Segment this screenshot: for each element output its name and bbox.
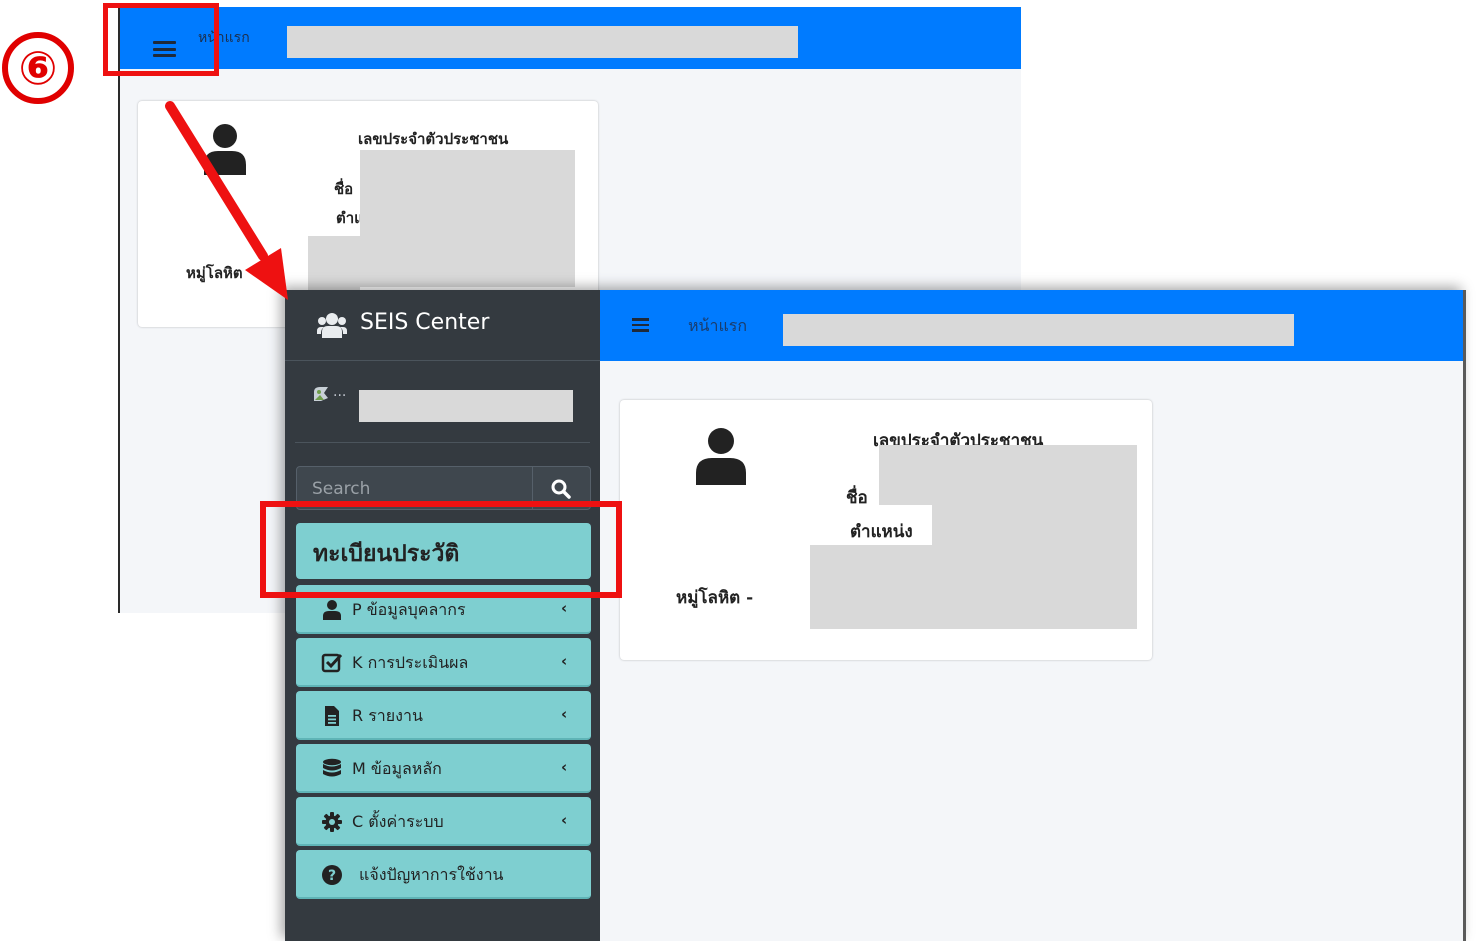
- annotation-highlight-menu-title: [260, 501, 622, 598]
- sidebar-item-settings[interactable]: C ตั้งค่าระบบ ‹: [296, 797, 591, 846]
- sidebar-item-evaluation[interactable]: K การประเมินผล ‹: [296, 638, 591, 687]
- redacted-block: [308, 236, 360, 291]
- user-avatar-icon: [696, 428, 746, 485]
- redacted-block: [359, 390, 573, 422]
- redacted-block: [360, 150, 575, 287]
- top-navbar: หน้าแรก: [600, 290, 1465, 361]
- database-icon: [323, 758, 341, 777]
- search-icon: [551, 479, 571, 499]
- sidebar-item-label: แจ้งปัญหาการใช้งาน: [359, 865, 504, 884]
- step-number-badge: ⑥: [2, 32, 74, 104]
- redacted-block: [879, 445, 1137, 505]
- blood-type-label: หมู่โลหิต -: [676, 588, 754, 608]
- sidebar-item-label: R รายงาน: [352, 706, 423, 725]
- user-image-alt: ...: [333, 384, 347, 400]
- redacted-block: [932, 505, 1137, 545]
- annotation-highlight-hamburger: [103, 3, 219, 76]
- chevron-left-icon: ‹: [561, 705, 568, 723]
- chevron-left-icon: ‹: [561, 599, 568, 617]
- sidebar-item-report-problem[interactable]: ? แจ้งปัญหาการใช้งาน: [296, 850, 591, 899]
- top-navbar: หน้าแรก: [120, 7, 1021, 69]
- name-label: ชื่อ: [846, 488, 868, 508]
- nav-home-link[interactable]: หน้าแรก: [688, 314, 747, 339]
- sidebar: SEIS Center ... Search ทะเบียนประวัติ P …: [285, 290, 600, 941]
- sidebar-item-label: K การประเมินผล: [352, 653, 469, 672]
- question-circle-icon: ?: [322, 865, 342, 885]
- sidebar-item-label: P ข้อมูลบุคลากร: [352, 600, 466, 619]
- blood-type-label: หมู่โลหิต: [186, 264, 243, 282]
- chevron-left-icon: ‹: [561, 758, 568, 776]
- user-avatar-icon: [204, 124, 246, 175]
- redacted-block: [287, 26, 798, 58]
- screenshot-after: SEIS Center ... Search ทะเบียนประวัติ P …: [285, 290, 1465, 941]
- profile-card: เลขประจำตัวประชาชน ชื่อ ตำแหน่ง หมู่โลหิ…: [620, 400, 1152, 660]
- broken-image-icon: [314, 387, 328, 401]
- screenshot-border: [1463, 290, 1466, 941]
- brand-text: SEIS Center: [360, 310, 490, 335]
- redacted-block: [810, 545, 1137, 629]
- gear-icon: [322, 812, 342, 832]
- citizen-id-label: เลขประจำตัวประชาชน: [358, 130, 509, 148]
- hamburger-menu-icon[interactable]: [632, 318, 649, 332]
- position-label: ตำแหน่ง: [850, 522, 913, 542]
- check-square-icon: [321, 653, 343, 673]
- chevron-left-icon: ‹: [561, 652, 568, 670]
- svg-text:?: ?: [328, 868, 336, 884]
- file-icon: [325, 706, 339, 726]
- brand-link[interactable]: SEIS Center: [285, 290, 600, 361]
- sidebar-item-master-data[interactable]: M ข้อมูลหลัก ‹: [296, 744, 591, 793]
- user-icon: [323, 600, 341, 620]
- sidebar-item-label: C ตั้งค่าระบบ: [352, 812, 444, 831]
- search-input[interactable]: Search: [312, 479, 370, 499]
- chevron-left-icon: ‹: [561, 811, 568, 829]
- redacted-block: [783, 314, 1294, 346]
- sidebar-item-label: M ข้อมูลหลัก: [352, 759, 442, 778]
- user-panel[interactable]: ...: [295, 362, 590, 443]
- name-label: ชื่อ: [334, 180, 354, 198]
- users-icon: [317, 313, 347, 338]
- sidebar-item-report[interactable]: R รายงาน ‹: [296, 691, 591, 740]
